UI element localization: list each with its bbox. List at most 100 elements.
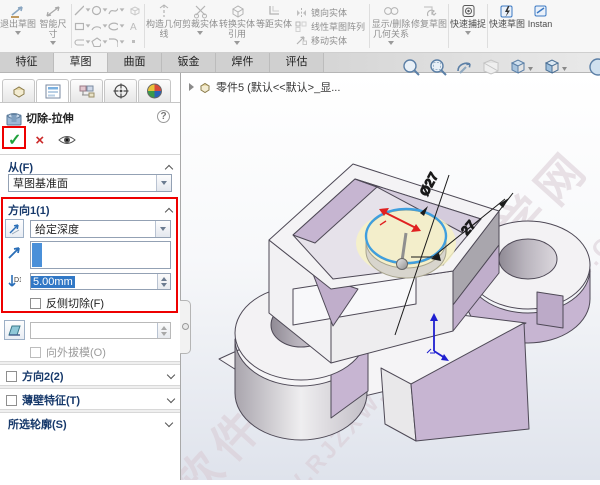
splitter-dot-icon bbox=[182, 323, 189, 330]
tab-evaluate[interactable]: 评估 bbox=[270, 53, 324, 72]
circle-icon[interactable] bbox=[91, 5, 108, 16]
mirror-entities-button[interactable]: 镜向实体 bbox=[295, 5, 365, 19]
expand-icon bbox=[166, 370, 176, 380]
spinner-buttons[interactable] bbox=[157, 274, 170, 289]
tab-feature-manager[interactable] bbox=[2, 79, 35, 102]
move-entities-button[interactable]: 移动实体 bbox=[295, 33, 365, 47]
feature-manager-icon bbox=[12, 85, 25, 98]
construction-geometry-button[interactable]: 构造几何线 bbox=[146, 0, 182, 52]
tab-features[interactable]: 特征 bbox=[0, 53, 54, 72]
divider bbox=[0, 154, 180, 155]
reverse-direction-button[interactable] bbox=[5, 219, 24, 238]
section-gap bbox=[0, 361, 180, 365]
3d-sketch-icon[interactable] bbox=[125, 5, 142, 16]
configurations-icon bbox=[79, 85, 94, 97]
zoom-fit-icon[interactable] bbox=[403, 59, 420, 76]
command-manager-ribbon: 退出草图 智能尺寸 A 构造几何线 剪裁实体 转换实体引用 等距实体 镜向实体 … bbox=[0, 0, 600, 53]
draft-button[interactable] bbox=[4, 320, 25, 340]
ellipse-icon[interactable] bbox=[108, 21, 125, 32]
cancel-button[interactable]: × bbox=[35, 132, 44, 149]
slot-icon[interactable] bbox=[74, 37, 91, 48]
spinner-buttons[interactable] bbox=[157, 323, 170, 338]
zoom-area-icon[interactable] bbox=[430, 59, 447, 76]
line-icon[interactable] bbox=[74, 5, 91, 16]
instant2d-icon bbox=[533, 3, 548, 19]
tab-surfaces[interactable]: 曲面 bbox=[108, 53, 162, 72]
reverse-direction-icon bbox=[9, 224, 20, 235]
depth-spinbox[interactable]: 5.00mm bbox=[30, 273, 171, 290]
direction2-checkbox[interactable] bbox=[6, 370, 17, 382]
from-dropdown[interactable]: 草图基准面 bbox=[8, 174, 172, 192]
exit-sketch-dropdown[interactable] bbox=[15, 31, 21, 35]
quick-snaps-dropdown[interactable] bbox=[465, 31, 472, 35]
svg-text:D1: D1 bbox=[14, 277, 21, 284]
tab-sheet-metal[interactable]: 钣金 bbox=[162, 53, 216, 72]
point-icon[interactable] bbox=[125, 38, 142, 46]
repair-sketch-button[interactable]: 修复草图 bbox=[411, 0, 447, 52]
tab-dimxpert[interactable] bbox=[104, 79, 137, 102]
help-button[interactable]: ? bbox=[157, 110, 170, 123]
panel-tab-divider bbox=[0, 102, 180, 103]
tab-configurations[interactable] bbox=[70, 79, 103, 102]
convert-entities-dropdown[interactable] bbox=[234, 41, 240, 45]
draft-outward-checkbox[interactable] bbox=[30, 346, 41, 358]
tab-appearances[interactable] bbox=[138, 79, 171, 102]
draft-angle-field[interactable] bbox=[30, 322, 171, 339]
instant2d-button[interactable]: Instan bbox=[525, 0, 555, 52]
previous-view-icon[interactable] bbox=[457, 62, 471, 74]
convert-entities-button[interactable]: 转换实体引用 bbox=[218, 0, 256, 52]
flip-side-checkbox-row[interactable]: 反侧切除(F) bbox=[30, 295, 104, 311]
panel-splitter-handle[interactable] bbox=[180, 300, 191, 354]
property-manager-panel: 切除-拉伸 ? ✓ × 从(F) 草图基准面 方向1(1) 给定深度 D1 5.… bbox=[0, 73, 181, 480]
smart-dimension-dropdown[interactable] bbox=[50, 41, 56, 45]
from-section-header[interactable]: 从(F) bbox=[8, 159, 174, 175]
smart-dimension-button[interactable]: 智能尺寸 bbox=[36, 0, 70, 52]
display-delete-relations-dropdown[interactable] bbox=[388, 41, 395, 45]
end-condition-dropdown[interactable]: 给定深度 bbox=[30, 220, 171, 238]
direction1-section-header[interactable]: 方向1(1) bbox=[8, 202, 174, 218]
section-view-icon[interactable] bbox=[482, 59, 500, 75]
display-delete-relations-button[interactable]: 显示/删除几何关系 bbox=[371, 0, 411, 52]
tab-sketch[interactable]: 草图 bbox=[54, 53, 108, 72]
tree-expand-icon[interactable] bbox=[189, 83, 194, 91]
view-orientation-icon[interactable] bbox=[510, 59, 533, 74]
depth-value[interactable]: 5.00mm bbox=[31, 275, 75, 288]
tab-property-manager[interactable] bbox=[36, 79, 69, 103]
draft-outward-checkbox-row[interactable]: 向外拔模(O) bbox=[30, 344, 106, 360]
selected-reference[interactable] bbox=[32, 243, 42, 267]
offset-entities-button[interactable]: 等距实体 bbox=[256, 0, 292, 52]
svg-text:A: A bbox=[130, 22, 137, 32]
graphics-area[interactable]: 零件5 (默认<<默认>_显... 软件自学网 WWW.RJZXW.COM 软件… bbox=[164, 73, 600, 485]
text-icon[interactable]: A bbox=[125, 21, 142, 32]
polygon-icon[interactable] bbox=[91, 36, 108, 48]
trim-entities-dropdown[interactable] bbox=[197, 31, 203, 35]
quick-snaps-button[interactable]: 快速捕捉 bbox=[450, 0, 486, 52]
thin-feature-checkbox[interactable] bbox=[6, 394, 17, 406]
dropdown-arrow-icon[interactable] bbox=[156, 175, 171, 191]
direction-reference-box[interactable] bbox=[30, 241, 171, 269]
direction2-section-header[interactable]: 方向2(2) bbox=[6, 368, 176, 384]
collapse-icon bbox=[164, 207, 174, 216]
fillet-icon[interactable] bbox=[108, 37, 125, 48]
flip-side-checkbox[interactable] bbox=[30, 297, 41, 309]
tab-weldments[interactable]: 焊件 bbox=[216, 53, 270, 72]
convert-entities-icon bbox=[230, 3, 245, 19]
thin-feature-section-header[interactable]: 薄壁特征(T) bbox=[6, 392, 176, 408]
panel-tab-strip bbox=[2, 79, 172, 103]
selected-contours-section-header[interactable]: 所选轮廓(S) bbox=[8, 416, 174, 432]
rectangle-icon[interactable] bbox=[74, 21, 91, 32]
exit-sketch-button[interactable]: 退出草图 bbox=[0, 0, 36, 52]
appearance-icon[interactable] bbox=[589, 58, 600, 76]
trim-entities-button[interactable]: 剪裁实体 bbox=[182, 0, 218, 52]
arc-icon[interactable] bbox=[91, 21, 108, 32]
dimxpert-icon bbox=[113, 83, 128, 99]
feature-tree-flyout[interactable]: 零件5 (默认<<默认>_显... bbox=[189, 79, 340, 95]
rapid-sketch-button[interactable]: 快速草图 bbox=[489, 0, 525, 52]
linear-pattern-button[interactable]: 线性草图阵列 bbox=[295, 19, 365, 33]
dropdown-arrow-icon[interactable] bbox=[155, 221, 170, 237]
rapid-sketch-icon bbox=[499, 3, 515, 19]
ok-button[interactable]: ✓ bbox=[8, 130, 21, 150]
preview-eye-icon[interactable] bbox=[58, 134, 76, 146]
display-style-icon[interactable] bbox=[544, 59, 567, 74]
spline-icon[interactable] bbox=[108, 5, 125, 16]
